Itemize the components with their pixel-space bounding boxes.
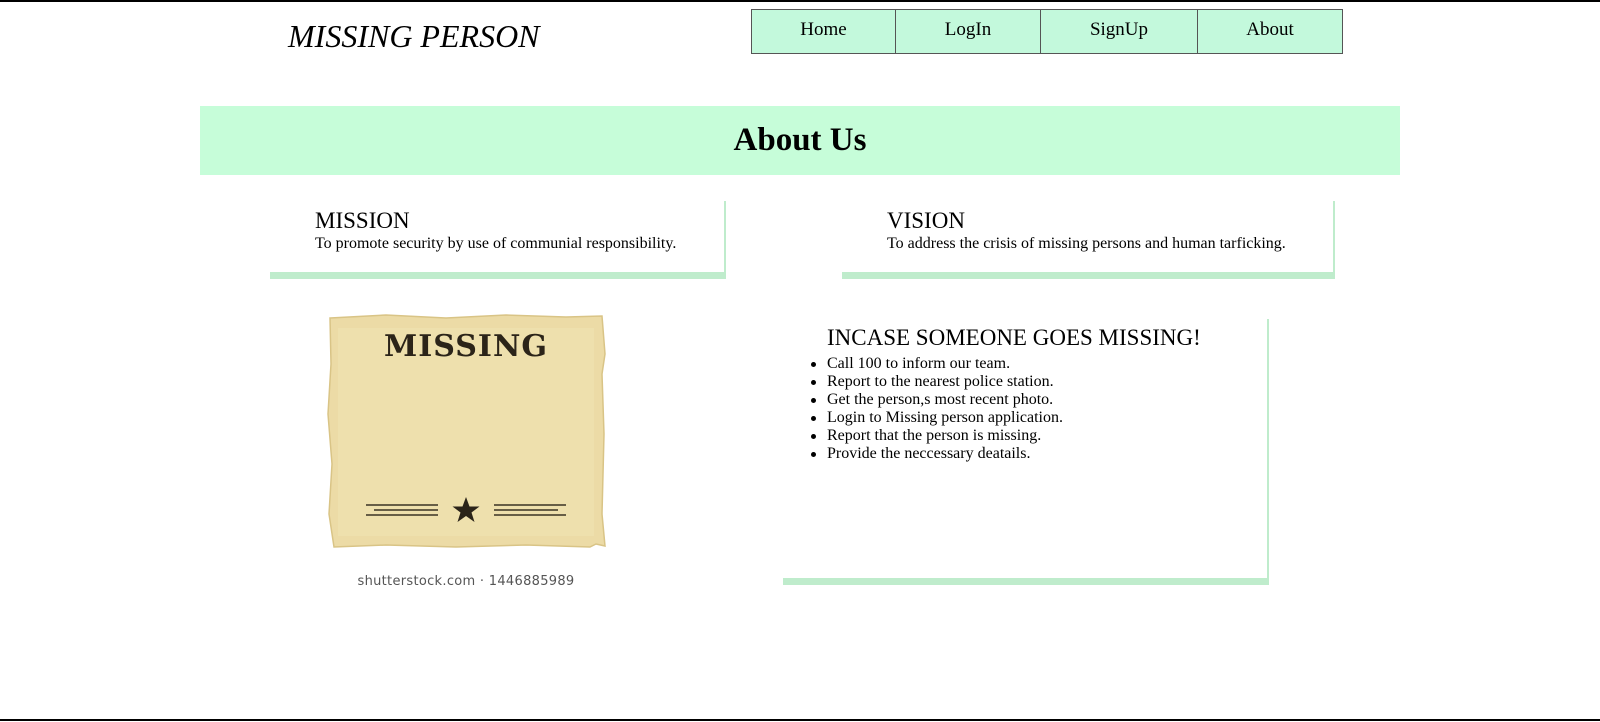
list-item: Provide the neccessary deatails. — [811, 445, 1267, 463]
nav-home-link[interactable]: Home — [751, 9, 896, 54]
missing-steps-heading: INCASE SOMEONE GOES MISSING! — [827, 325, 1201, 350]
list-item: Login to Missing person application. — [811, 409, 1267, 427]
vision-card: VISION To address the crisis of missing … — [838, 192, 1333, 272]
mission-card: MISSION To promote security by use of co… — [266, 192, 724, 272]
mission-heading: MISSION — [315, 208, 410, 233]
vision-text: To address the crisis of missing persons… — [887, 235, 1286, 252]
missing-poster-image: MISSING — [327, 314, 606, 548]
list-item: Report that the person is missing. — [811, 427, 1267, 445]
poster-headline: MISSING — [384, 329, 548, 364]
missing-steps-card: INCASE SOMEONE GOES MISSING! Call 100 to… — [779, 310, 1267, 578]
mission-text: To promote security by use of communial … — [315, 235, 677, 252]
bottom-border — [0, 719, 1600, 721]
top-border — [0, 0, 1600, 2]
list-item: Call 100 to inform our team. — [811, 355, 1267, 373]
list-item: Get the person,s most recent photo. — [811, 391, 1267, 409]
nav-about-link[interactable]: About — [1197, 9, 1343, 54]
list-item: Report to the nearest police station. — [811, 373, 1267, 391]
nav-signup-link[interactable]: SignUp — [1040, 9, 1198, 54]
about-banner: About Us — [200, 106, 1400, 175]
site-title: MISSING PERSON — [288, 18, 540, 54]
vision-heading: VISION — [887, 208, 965, 233]
main-nav: Home LogIn SignUp About — [751, 9, 1343, 54]
missing-steps-list: Call 100 to inform our team. Report to t… — [811, 355, 1267, 463]
poster-caption: shutterstock.com · 1446885989 — [357, 574, 575, 589]
nav-login-link[interactable]: LogIn — [895, 9, 1041, 54]
page-title: About Us — [733, 122, 867, 158]
